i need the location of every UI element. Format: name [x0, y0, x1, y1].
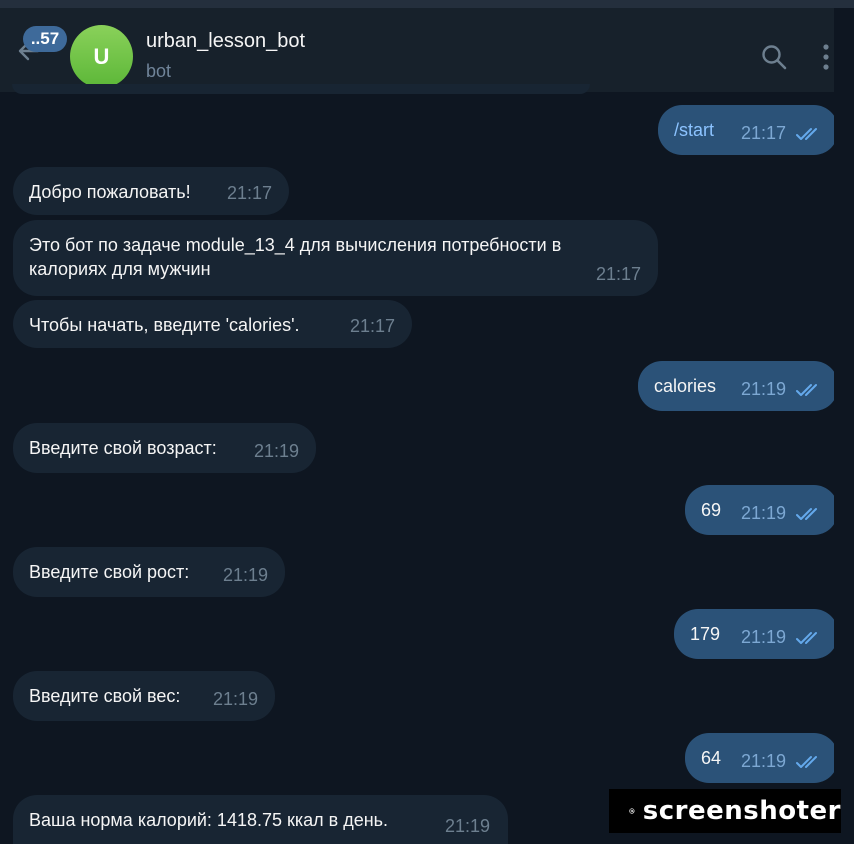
message-text: Чтобы начать, введите 'calories'.: [29, 315, 300, 335]
message-time: 21:19: [741, 503, 787, 523]
chat-subtitle: bot: [146, 61, 172, 81]
unread-count-badge: ..57: [23, 26, 67, 52]
outgoing-message[interactable]: /start 21:17: [658, 105, 838, 155]
outgoing-message[interactable]: 64 21:19: [685, 733, 838, 783]
window-top-border: [0, 0, 854, 8]
message-text: Добро пожаловать!: [29, 182, 191, 202]
incoming-message[interactable]: Введите свой возраст: 21:19: [13, 423, 316, 473]
message-text: Введите свой вес:: [29, 686, 181, 706]
double-check-icon: [796, 632, 817, 644]
message-time: 21:19: [445, 816, 491, 836]
message-text[interactable]: calories: [654, 376, 716, 396]
message-text[interactable]: 69: [701, 500, 721, 520]
message-text: Введите свой рост:: [29, 562, 190, 582]
message-time: 21:19: [213, 689, 259, 709]
double-check-icon: [796, 128, 817, 140]
message-text[interactable]: 64: [701, 748, 721, 768]
incoming-message[interactable]: Чтобы начать, введите 'calories'. 21:17: [13, 300, 412, 348]
scrollbar-track[interactable]: [834, 8, 854, 844]
message-text: Это бот по задаче module_13_4 для вычисл…: [29, 235, 562, 279]
outgoing-message[interactable]: 179 21:19: [674, 609, 838, 659]
incoming-message[interactable]: Введите свой вес: 21:19: [13, 671, 275, 721]
message-time: 21:19: [741, 751, 787, 771]
double-check-icon: [796, 384, 817, 396]
message-time: 21:19: [741, 379, 787, 399]
incoming-message[interactable]: Ваша норма калорий: 1418.75 ккал в день.…: [13, 795, 508, 844]
message-time: 21:17: [350, 316, 396, 336]
more-options-icon[interactable]: [816, 42, 836, 72]
outgoing-message[interactable]: 69 21:19: [685, 485, 838, 535]
double-check-icon: [796, 756, 817, 768]
chat-header: ..57 U urban_lesson_bot bot: [0, 8, 834, 92]
incoming-message[interactable]: Введите свой рост: 21:19: [13, 547, 285, 597]
double-check-icon: [796, 508, 817, 520]
message-time: 21:17: [227, 183, 273, 203]
outgoing-message[interactable]: calories 21:19: [638, 361, 838, 411]
incoming-message[interactable]: Это бот по задаче module_13_4 для вычисл…: [13, 220, 658, 296]
message-time: 21:17: [741, 123, 787, 143]
message-time: 21:19: [223, 565, 269, 585]
message-time: 21:17: [596, 264, 642, 284]
screenshoter-watermark: screenshoter: [609, 789, 841, 833]
watermark-text: screenshoter: [642, 796, 841, 826]
avatar[interactable]: U: [70, 25, 133, 88]
incoming-message[interactable]: Добро пожаловать! 21:17: [13, 167, 289, 215]
search-icon[interactable]: [760, 43, 788, 71]
message-text[interactable]: /start: [674, 120, 714, 140]
message-time: 21:19: [254, 441, 300, 461]
message-time: 21:19: [741, 627, 787, 647]
message-text[interactable]: 179: [690, 624, 720, 644]
message-text: Ваша норма калорий: 1418.75 ккал в день.: [29, 810, 389, 830]
at-sign-icon: [629, 808, 635, 814]
message-text: Введите свой возраст:: [29, 438, 217, 458]
previous-message-bubble-edge: [12, 84, 590, 94]
chat-title[interactable]: urban_lesson_bot: [146, 30, 305, 53]
